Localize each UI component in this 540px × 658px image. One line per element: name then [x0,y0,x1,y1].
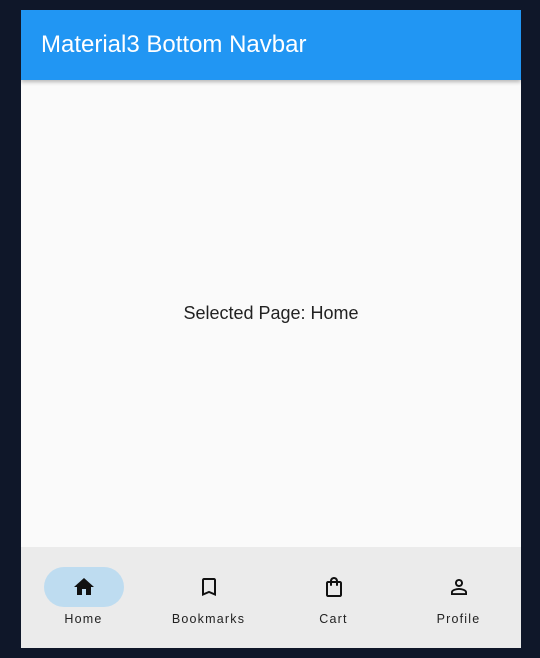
bottom-navigation-bar: Home Bookmarks Cart Profile [21,547,521,648]
app-bar: Material3 Bottom Navbar [21,10,521,80]
nav-label-profile: Profile [436,612,481,626]
app-bar-title: Material3 Bottom Navbar [41,31,307,58]
home-icon [72,575,96,599]
nav-label-bookmarks: Bookmarks [171,612,246,626]
nav-item-bookmarks[interactable]: Bookmarks [146,547,271,648]
nav-item-home[interactable]: Home [21,547,146,648]
bookmark-icon [197,575,221,599]
person-icon [447,575,471,599]
nav-item-cart[interactable]: Cart [271,547,396,648]
nav-item-profile[interactable]: Profile [396,547,521,648]
page-body: Selected Page: Home [21,80,521,547]
nav-label-cart: Cart [319,612,348,626]
shopping-bag-icon [322,575,346,599]
selected-page-text: Selected Page: Home [183,303,359,323]
app-window: Material3 Bottom Navbar Selected Page: H… [21,10,521,648]
nav-label-home: Home [64,612,103,626]
